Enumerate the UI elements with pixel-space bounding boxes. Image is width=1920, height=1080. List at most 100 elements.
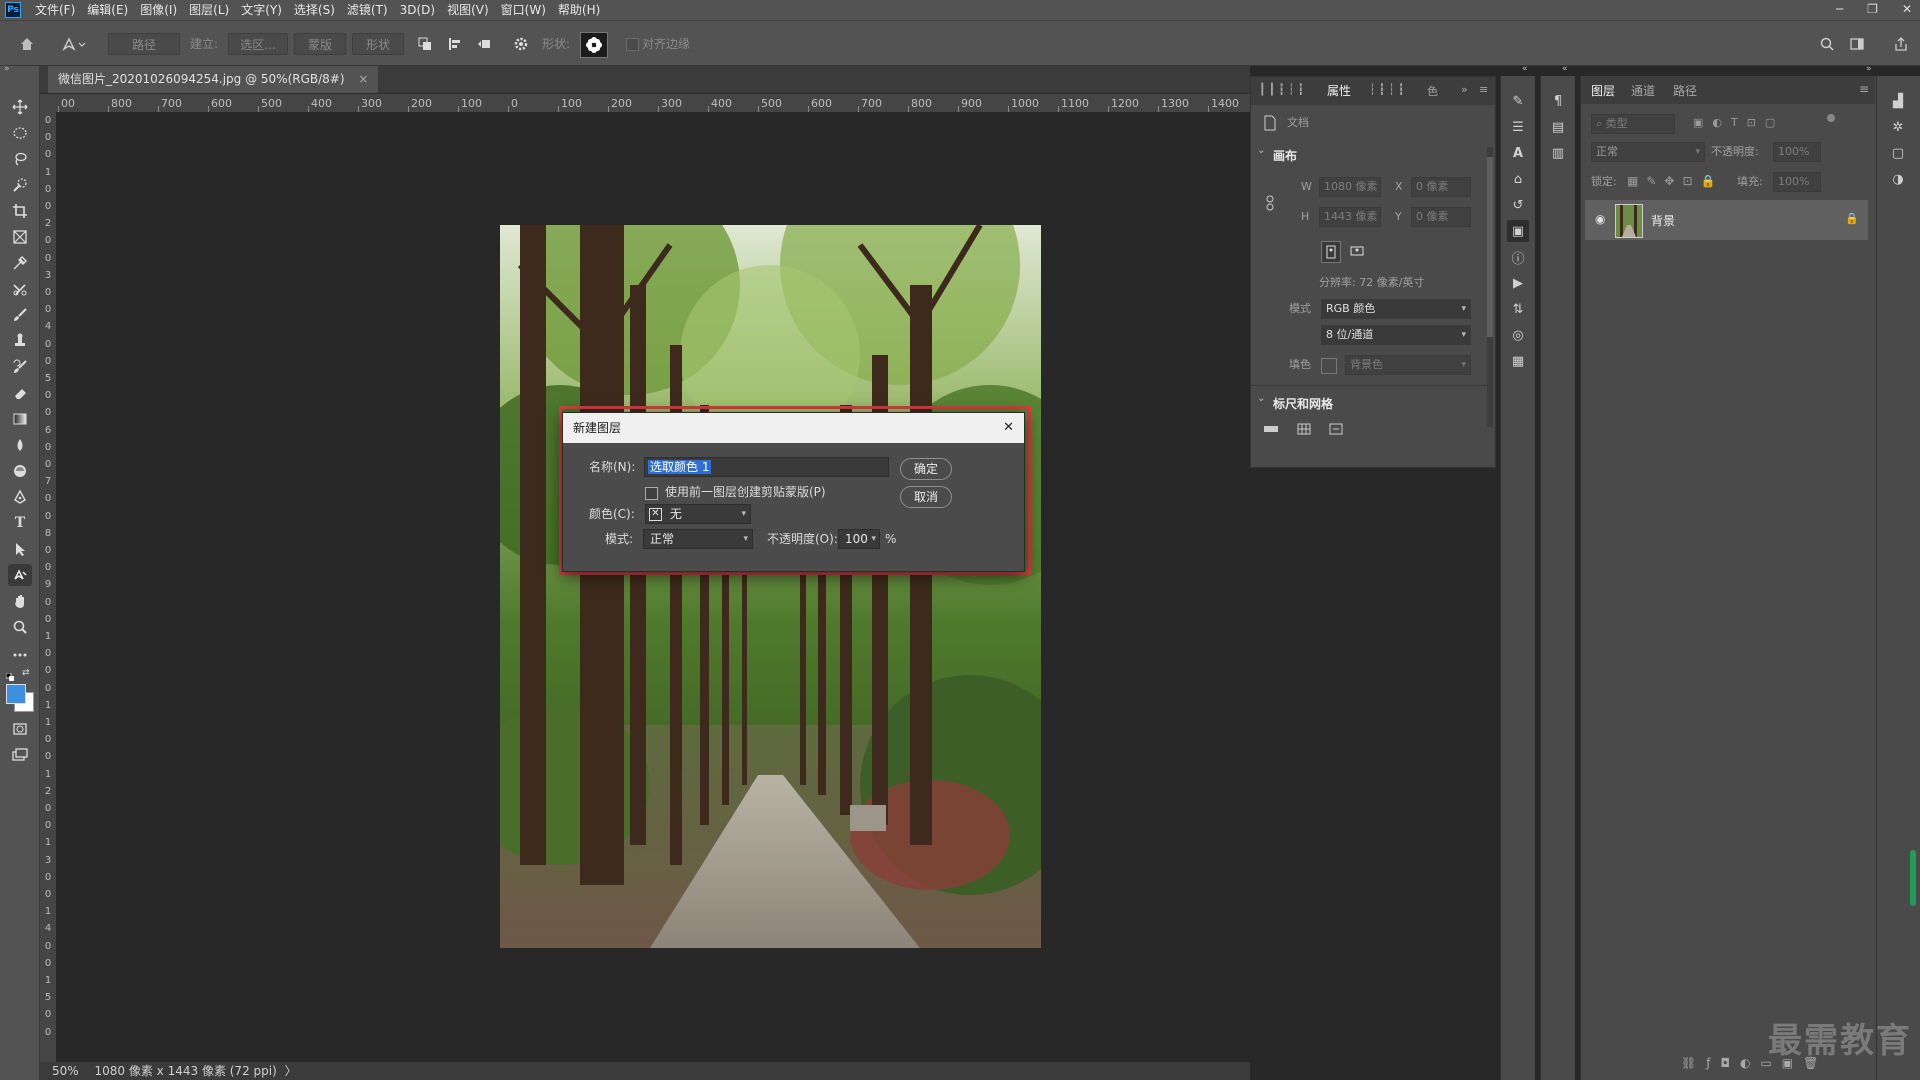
- clone-stamp-icon[interactable]: [8, 330, 32, 352]
- canvas-y-input[interactable]: 0 像素: [1411, 207, 1471, 227]
- close-icon[interactable]: ✕: [1003, 413, 1014, 443]
- move-tool-icon[interactable]: [8, 96, 32, 118]
- menu-layer[interactable]: 图层(L): [183, 0, 235, 20]
- ellipse-marquee-icon[interactable]: [8, 122, 32, 144]
- color-mode-select[interactable]: RGB 颜色 ▾: [1321, 299, 1471, 319]
- path-alignment-icon[interactable]: [444, 33, 466, 55]
- share-icon[interactable]: [1890, 33, 1912, 55]
- panel-menu-icon[interactable]: ≡: [1479, 83, 1488, 96]
- quick-selection-icon[interactable]: [8, 174, 32, 196]
- 3d-icon[interactable]: ◎: [1507, 324, 1529, 346]
- path-arrangement-icon[interactable]: [474, 33, 496, 55]
- horizontal-ruler[interactable]: 00 800 700 600 500 400 300 200 100 0 100 200 300 400 5…: [56, 94, 1250, 113]
- zoom-tool-icon[interactable]: [8, 616, 32, 638]
- custom-shape-tool-icon[interactable]: [8, 564, 32, 586]
- grid-toggle-icon[interactable]: [1297, 423, 1311, 438]
- brush-settings-icon[interactable]: ✎: [1507, 90, 1529, 112]
- search-icon[interactable]: [1816, 33, 1838, 55]
- expand-arrow-icon[interactable]: »: [4, 64, 10, 74]
- tab-paths[interactable]: 路径: [1673, 82, 1697, 99]
- layer-row-background[interactable]: ◉ 背景 🔒: [1585, 200, 1868, 240]
- chevron-down-icon[interactable]: ⌄: [1257, 393, 1265, 404]
- color-select[interactable]: ✕ 无 ▾: [645, 504, 751, 524]
- lasso-tool-icon[interactable]: [8, 148, 32, 170]
- collapsed-tabs-right[interactable]: ┆┇┆┇: [1369, 83, 1408, 96]
- table-icon[interactable]: ▦: [1507, 350, 1529, 372]
- panel-expand-icon[interactable]: »: [1461, 83, 1468, 96]
- fill-select[interactable]: 背景色 ▾: [1345, 355, 1471, 375]
- portrait-orientation-icon[interactable]: [1321, 241, 1341, 263]
- layer-filter-icons[interactable]: ▣◐T⊡▢: [1693, 116, 1784, 129]
- home-icon[interactable]: [16, 33, 38, 55]
- pen-tool-preset-icon[interactable]: [58, 33, 90, 55]
- chevron-down-icon[interactable]: ⌄: [1257, 145, 1265, 156]
- shape-picker[interactable]: [580, 32, 608, 58]
- tab-properties[interactable]: 属性: [1327, 82, 1351, 99]
- opacity-input[interactable]: 100 ▾: [838, 529, 880, 549]
- foreground-color-swatch[interactable]: [6, 684, 26, 704]
- menu-help[interactable]: 帮助(H): [552, 0, 606, 20]
- expand-arrow-icon[interactable]: »: [1866, 64, 1872, 74]
- restore-button[interactable]: ❐: [1867, 0, 1878, 18]
- libraries-icon[interactable]: ▢: [1887, 142, 1909, 164]
- layer-filter-select[interactable]: ⌕ 类型: [1591, 114, 1675, 134]
- clone-source-icon[interactable]: ⌂: [1507, 168, 1529, 190]
- workspace-icon[interactable]: [1846, 33, 1868, 55]
- properties-panel-icon[interactable]: ▣: [1507, 220, 1529, 242]
- collapse-arrow-icon[interactable]: «: [1522, 64, 1528, 74]
- color-wheel-icon[interactable]: ◑: [1887, 168, 1909, 190]
- landscape-orientation-icon[interactable]: [1347, 243, 1367, 259]
- layer-opacity-input[interactable]: 100%: [1773, 142, 1821, 162]
- layer-name[interactable]: 背景: [1651, 212, 1675, 229]
- ok-button[interactable]: 确定: [900, 458, 952, 480]
- tab-layers[interactable]: 图层: [1591, 82, 1615, 99]
- document-tab[interactable]: 微信图片_20201026094254.jpg @ 50%(RGB/8#) ×: [48, 66, 379, 93]
- paragraph-styles-icon[interactable]: ▤: [1547, 116, 1569, 138]
- ruler-origin[interactable]: [40, 94, 56, 112]
- path-operations-icon[interactable]: [414, 33, 436, 55]
- actions-play-icon[interactable]: ▶: [1507, 272, 1529, 294]
- properties-scrollbar[interactable]: [1487, 147, 1493, 427]
- guides-toggle-icon[interactable]: [1329, 423, 1343, 438]
- clipping-mask-checkbox[interactable]: [645, 487, 658, 500]
- close-window-button[interactable]: ✕: [1902, 0, 1912, 18]
- histogram-icon[interactable]: ▟: [1887, 90, 1909, 112]
- canvas-x-input[interactable]: 0 像素: [1411, 177, 1471, 197]
- canvas-height-input[interactable]: 1443 像素: [1319, 207, 1381, 227]
- fill-color-swatch[interactable]: [1321, 358, 1337, 374]
- layer-name-input[interactable]: 选取颜色 1: [644, 457, 889, 477]
- path-selection-icon[interactable]: [8, 538, 32, 560]
- menu-3d[interactable]: 3D(D): [394, 0, 441, 20]
- minimize-button[interactable]: ─: [1836, 0, 1843, 18]
- adjustments-icon[interactable]: ☰: [1507, 116, 1529, 138]
- blend-mode-select[interactable]: 正常 ▾: [643, 529, 753, 549]
- path-mode-select[interactable]: 路径: [108, 33, 180, 55]
- hand-tool-icon[interactable]: [8, 590, 32, 612]
- default-colors-icon[interactable]: [5, 670, 14, 681]
- swap-colors-icon[interactable]: ⇄: [22, 669, 30, 678]
- healing-brush-icon[interactable]: [8, 278, 32, 300]
- panel-menu-icon[interactable]: ≡: [1859, 82, 1869, 96]
- tab-channels[interactable]: 通道: [1631, 82, 1655, 99]
- crop-tool-icon[interactable]: [8, 200, 32, 222]
- zoom-level[interactable]: 50%: [52, 1064, 79, 1078]
- collapse-arrow-icon[interactable]: «: [1562, 64, 1568, 74]
- type-tool-icon[interactable]: T: [8, 512, 32, 534]
- gear-icon[interactable]: [510, 33, 532, 55]
- menu-view[interactable]: 视图(V): [441, 0, 495, 20]
- info-icon[interactable]: ⓘ: [1507, 246, 1529, 268]
- status-menu-arrow[interactable]: 〉: [285, 1064, 297, 1078]
- gradient-tool-icon[interactable]: [8, 408, 32, 430]
- menu-edit[interactable]: 编辑(E): [81, 0, 134, 20]
- menu-image[interactable]: 图像(I): [134, 0, 183, 20]
- pen-tool-icon[interactable]: [8, 486, 32, 508]
- eraser-tool-icon[interactable]: [8, 382, 32, 404]
- brush-tool-icon[interactable]: [8, 304, 32, 326]
- lock-options-icons[interactable]: ▦✎✥⊡🔒: [1627, 174, 1723, 188]
- document-image-tree-lined-path[interactable]: [500, 225, 1041, 948]
- character-icon[interactable]: A: [1507, 142, 1529, 164]
- link-icon[interactable]: [1265, 195, 1275, 214]
- menu-select[interactable]: 选择(S): [288, 0, 341, 20]
- chevron-down-icon[interactable]: ▾: [871, 530, 876, 548]
- eyedropper-icon[interactable]: [8, 252, 32, 274]
